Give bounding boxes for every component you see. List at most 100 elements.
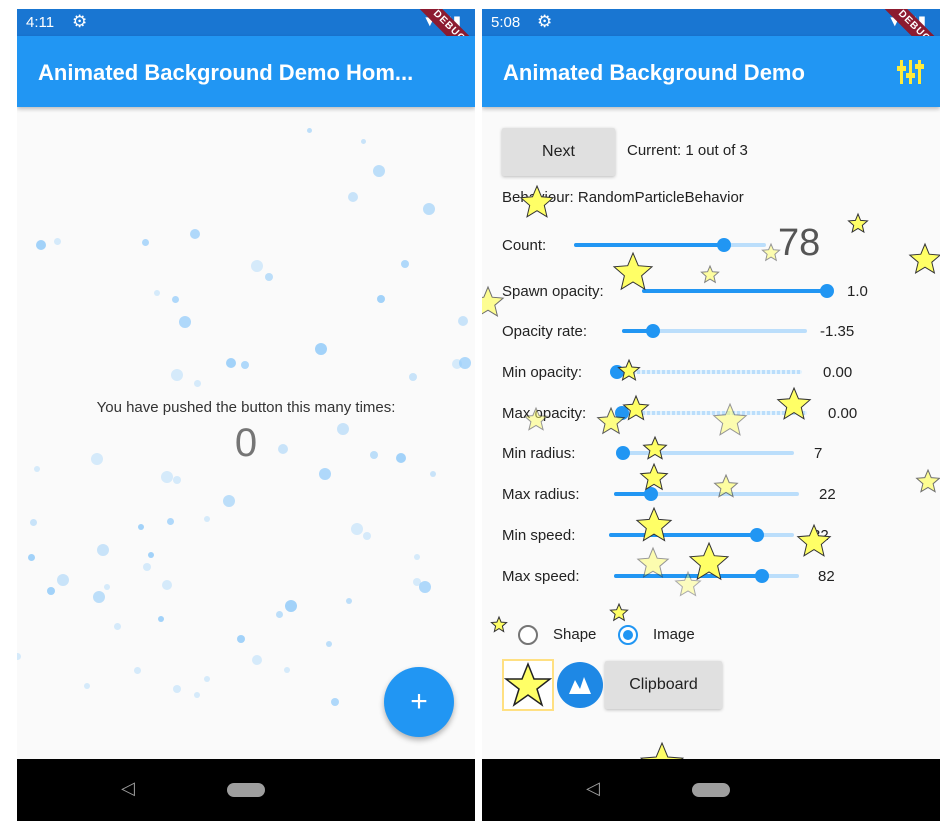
- tune-icon[interactable]: [896, 58, 926, 86]
- background-bubble: [409, 373, 417, 381]
- counter-value: 0: [234, 421, 258, 465]
- background-bubble: [414, 554, 420, 560]
- star-particle: [642, 435, 668, 460]
- background-bubble: [173, 685, 181, 693]
- star-particle: [674, 570, 702, 597]
- background-bubble: [430, 471, 436, 477]
- star-particle: [713, 473, 739, 498]
- status-time: 4:11: [26, 14, 55, 31]
- background-bubble: [190, 229, 200, 239]
- background-bubble: [459, 357, 471, 369]
- star-particle: [612, 251, 654, 291]
- background-bubble: [47, 587, 55, 595]
- background-bubble: [17, 652, 21, 660]
- background-bubble: [154, 290, 160, 296]
- phone-screen-left: 4:11 ⚙ ▼◢▮ DEBUG Animated Background Dem…: [17, 9, 475, 821]
- status-time: 5:08: [491, 14, 521, 31]
- background-bubble: [377, 295, 385, 303]
- home-icon[interactable]: [227, 783, 265, 797]
- status-bar: 4:11 ⚙ ▼◢▮ DEBUG: [17, 9, 475, 76]
- star-particle: [639, 462, 669, 491]
- star-particle: [688, 541, 730, 581]
- background-bubble: [275, 610, 283, 618]
- back-icon[interactable]: ◁: [121, 778, 135, 799]
- star-particle: [490, 615, 508, 633]
- star-particle: [915, 468, 940, 493]
- background-bubble: [161, 471, 173, 483]
- back-icon[interactable]: ◁: [586, 778, 600, 799]
- background-bubble: [133, 666, 141, 674]
- background-bubble: [148, 552, 154, 558]
- background-bubble: [171, 295, 179, 303]
- background-bubble: [401, 260, 409, 268]
- background-bubble: [141, 238, 149, 246]
- background-bubble: [326, 641, 332, 647]
- star-particle: [761, 242, 781, 262]
- background-bubble: [179, 316, 191, 328]
- background-bubble: [204, 516, 210, 522]
- star-particle: [700, 264, 720, 284]
- page-title: Animated Background Demo Hom...: [38, 60, 414, 85]
- background-bubble: [34, 466, 40, 472]
- star-particle: [482, 285, 505, 317]
- settings-icon: ⚙: [537, 12, 553, 31]
- app-bar: Animated Background Demo Hom...: [17, 36, 475, 107]
- background-bubble: [251, 260, 263, 272]
- star-particle: [622, 394, 650, 421]
- star-particle: [847, 212, 869, 234]
- background-bubble: [363, 532, 371, 540]
- background-bubble: [360, 138, 366, 144]
- background-bubble: [173, 476, 181, 484]
- background-bubble: [193, 379, 201, 387]
- background-bubble: [84, 683, 90, 689]
- star-particle: [776, 386, 812, 420]
- background-bubble: [194, 692, 200, 698]
- background-bubble: [265, 273, 273, 281]
- background-bubble: [57, 574, 69, 586]
- star-particle: [609, 602, 629, 622]
- background-bubble: [423, 203, 435, 215]
- navigation-bar: ◁: [17, 759, 475, 821]
- background-bubble: [223, 495, 235, 507]
- star-particle: [796, 523, 832, 557]
- background-bubble: [93, 591, 105, 603]
- background-bubble: [346, 598, 352, 604]
- star-particle: [519, 184, 555, 218]
- phone-screen-right: 5:08 ⚙ ▼◢▮ DEBUG Animated Background Dem…: [482, 9, 940, 821]
- background-bubble: [171, 369, 183, 381]
- background-bubble: [204, 676, 210, 682]
- star-particle: [596, 406, 626, 435]
- background-bubble: [458, 316, 468, 326]
- navigation-bar: ◁: [482, 759, 940, 821]
- home-icon[interactable]: [692, 783, 730, 797]
- background-bubble: [226, 358, 236, 368]
- app-bar: Animated Background Demo: [482, 36, 940, 107]
- page-title: Animated Background Demo: [503, 60, 805, 85]
- background-bubble: [113, 622, 121, 630]
- increment-button[interactable]: +: [384, 667, 454, 737]
- background-bubble: [162, 580, 172, 590]
- background-bubble: [252, 655, 262, 665]
- star-particle: [908, 242, 940, 274]
- background-bubble: [319, 468, 331, 480]
- background-bubble: [348, 192, 358, 202]
- background-bubble: [36, 240, 46, 250]
- background-bubble: [419, 581, 431, 593]
- background-bubble: [29, 518, 37, 526]
- background-bubble: [237, 635, 245, 643]
- star-particle: [712, 402, 748, 436]
- background-bubble: [27, 553, 35, 561]
- background-bubble: [104, 584, 110, 590]
- star-particle: [617, 358, 641, 381]
- background-bubble: [285, 600, 297, 612]
- background-bubble: [53, 237, 61, 245]
- star-particle: [635, 506, 673, 542]
- background-bubble: [97, 544, 109, 556]
- animated-star-particles: [482, 184, 940, 759]
- background-bubble: [138, 524, 144, 530]
- background-bubble: [241, 361, 249, 369]
- background-bubble: [143, 563, 151, 571]
- star-particle: [636, 546, 670, 578]
- settings-icon: ⚙: [72, 12, 88, 31]
- background-bubble: [158, 616, 164, 622]
